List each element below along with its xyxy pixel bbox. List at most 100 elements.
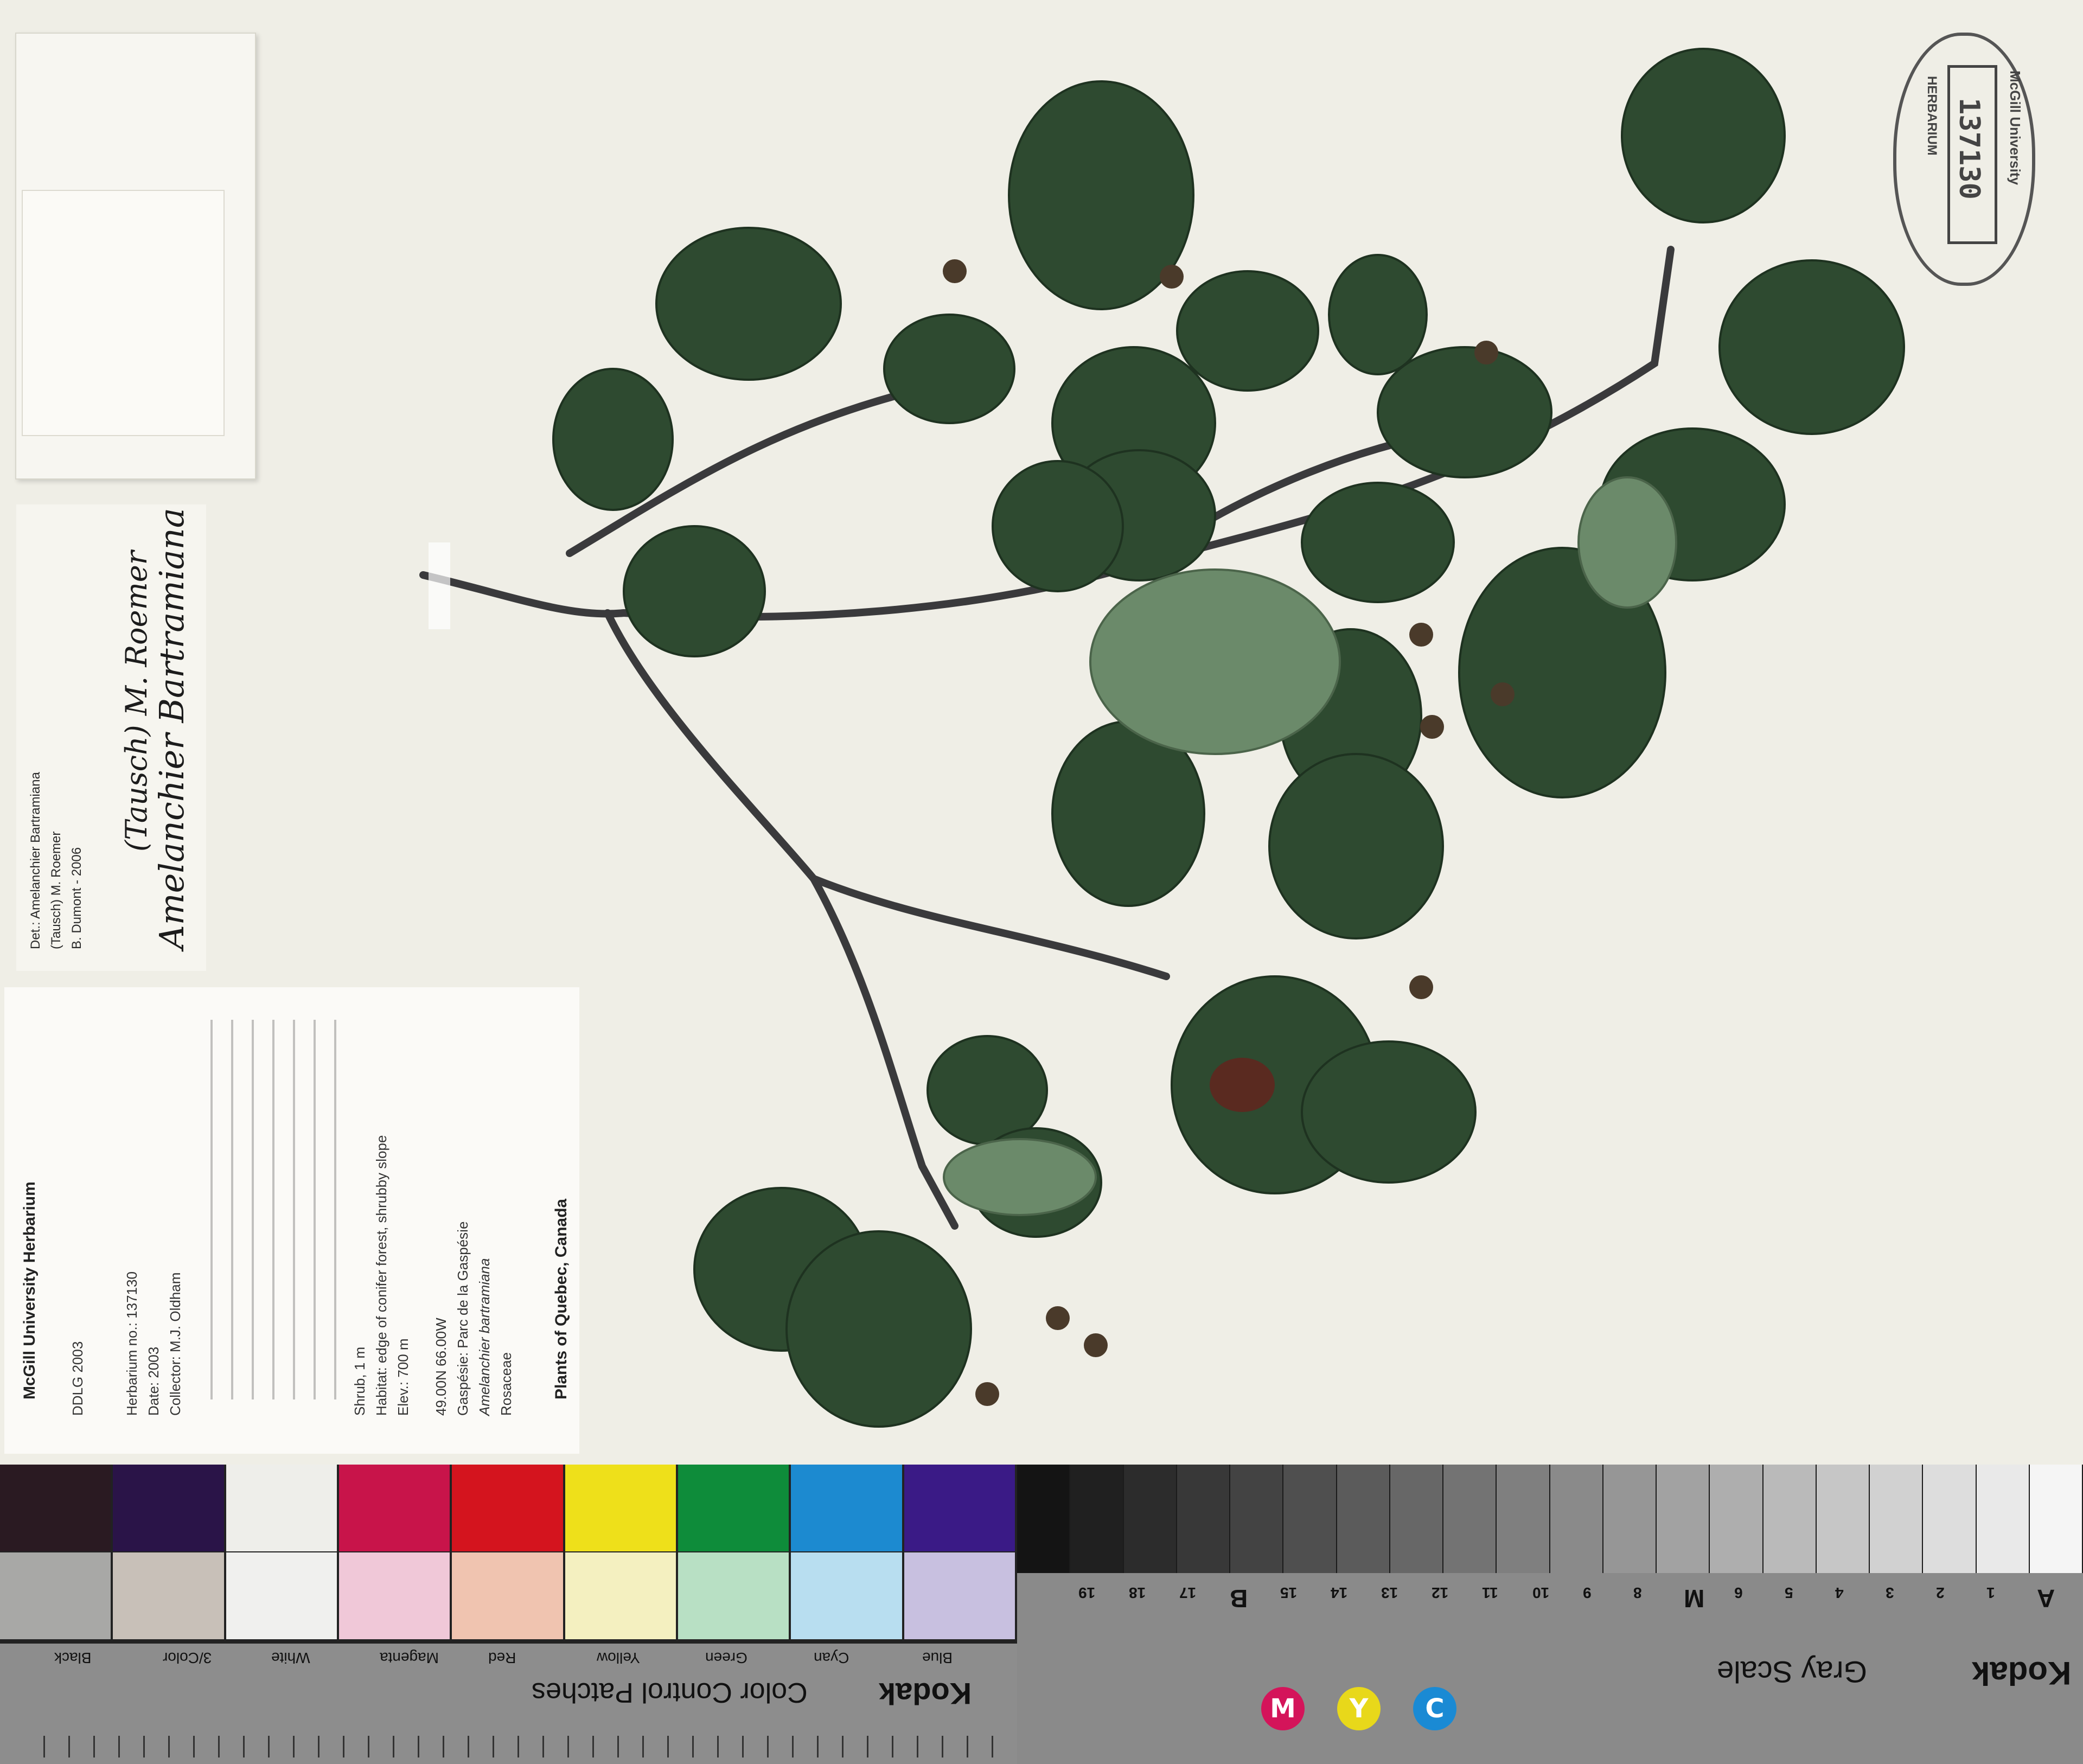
cmy-magenta: M bbox=[1261, 1687, 1305, 1730]
leaf bbox=[623, 525, 766, 657]
gray-patch bbox=[1710, 1465, 1762, 1573]
gray-patch bbox=[1923, 1465, 1976, 1573]
color-patch bbox=[339, 1465, 450, 1551]
gray-scale-label: 19 bbox=[1078, 1584, 1096, 1601]
gray-scale-label: 9 bbox=[1583, 1584, 1592, 1601]
patch-label: Red bbox=[488, 1650, 516, 1666]
plant-specimen bbox=[419, 48, 1905, 1428]
color-patch bbox=[452, 1465, 563, 1551]
gray-patch bbox=[1177, 1465, 1229, 1573]
gray-scale-strip: A 1 2 3 4 5 6 M 8 9 10 11 12 13 14 15 B 17 18 19 Kodak Gray… bbox=[1017, 1573, 2083, 1764]
color-card-ruler bbox=[43, 1736, 998, 1757]
patch-label: Green bbox=[705, 1650, 747, 1666]
lower-branch bbox=[604, 609, 959, 1230]
gray-scale-label: 18 bbox=[1129, 1584, 1146, 1601]
gray-scale-label: M bbox=[1684, 1584, 1705, 1613]
gray-card-brand: Kodak bbox=[1972, 1655, 2072, 1691]
gray-patch bbox=[1070, 1465, 1123, 1573]
patch-label: White bbox=[271, 1650, 310, 1666]
gray-patch bbox=[1337, 1465, 1389, 1573]
gray-scale-label: 3 bbox=[1886, 1584, 1894, 1601]
gray-patch bbox=[1230, 1465, 1283, 1573]
leaf bbox=[1718, 259, 1905, 435]
color-patch bbox=[678, 1465, 789, 1551]
tint-patch bbox=[791, 1552, 902, 1639]
fruit bbox=[1420, 715, 1444, 739]
gray-patch bbox=[1497, 1465, 1549, 1573]
fruit bbox=[1160, 265, 1184, 289]
color-patch bbox=[0, 1465, 111, 1551]
gray-scale-label: 15 bbox=[1280, 1584, 1298, 1601]
leaf bbox=[1301, 1040, 1477, 1184]
gray-scale-label: B bbox=[1230, 1584, 1248, 1613]
patch-label: 3/Color bbox=[163, 1650, 212, 1666]
gray-patch bbox=[1390, 1465, 1442, 1573]
gray-patch bbox=[1550, 1465, 1602, 1573]
gray-scale-label: 8 bbox=[1633, 1584, 1642, 1601]
fruit bbox=[975, 1382, 999, 1406]
gray-scale-label: 10 bbox=[1532, 1584, 1550, 1601]
tint-patch bbox=[904, 1552, 1015, 1639]
patch-label: Blue bbox=[922, 1650, 953, 1666]
leaf bbox=[1301, 482, 1455, 603]
gray-scale-label: 14 bbox=[1331, 1584, 1348, 1601]
color-patch bbox=[565, 1465, 676, 1551]
gray-patch bbox=[1017, 1465, 1070, 1573]
gray-patch bbox=[1443, 1465, 1496, 1573]
gray-patch bbox=[1283, 1465, 1336, 1573]
gray-patch bbox=[1763, 1465, 1816, 1573]
leaf bbox=[1377, 346, 1552, 478]
gray-patch bbox=[1816, 1465, 1869, 1573]
fruit bbox=[1409, 975, 1433, 999]
specimen-image: Amelanchier Bartramiana (Tausch) M. Roem… bbox=[0, 0, 2083, 1764]
patch-label: Magenta bbox=[380, 1650, 439, 1666]
gray-scale-label: 5 bbox=[1785, 1584, 1793, 1601]
leaf bbox=[883, 314, 1015, 424]
leaf bbox=[552, 368, 674, 511]
leaf bbox=[1268, 753, 1444, 939]
herbarium-sheet: Amelanchier Bartramiana (Tausch) M. Roem… bbox=[0, 0, 2083, 1465]
leaf-underside bbox=[1089, 568, 1341, 755]
fruit bbox=[1491, 682, 1515, 706]
mounting-tape bbox=[429, 542, 450, 629]
patch-label: Cyan bbox=[814, 1650, 849, 1666]
gray-card-title: Gray Scale bbox=[1717, 1655, 1867, 1689]
patch-label: Black bbox=[54, 1650, 92, 1666]
color-card-strip: Kodak Color Control Patches Blue Cyan Gree… bbox=[0, 1644, 1017, 1764]
gray-scale-label: 2 bbox=[1936, 1584, 1945, 1601]
gray-patch bbox=[2029, 1465, 2082, 1573]
leaf bbox=[785, 1230, 972, 1428]
tint-patch bbox=[0, 1552, 111, 1639]
tint-patch bbox=[226, 1552, 337, 1639]
gray-scale-label: A bbox=[2037, 1584, 2055, 1613]
leaf bbox=[655, 227, 842, 381]
leaf-spot bbox=[1210, 1058, 1275, 1112]
tint-patch bbox=[339, 1552, 450, 1639]
tint-patch bbox=[565, 1552, 676, 1639]
color-card-brand: Kodak bbox=[879, 1677, 972, 1711]
color-patch bbox=[791, 1465, 902, 1551]
gray-scale-label: 11 bbox=[1482, 1584, 1498, 1601]
color-patch bbox=[904, 1465, 1015, 1551]
leaf-underside bbox=[943, 1138, 1097, 1216]
leaf bbox=[1621, 48, 1786, 223]
color-card-title: Color Control Patches bbox=[532, 1677, 808, 1708]
fruit bbox=[1084, 1333, 1108, 1357]
tint-patch bbox=[678, 1552, 789, 1639]
patch-label: Yellow bbox=[597, 1650, 640, 1666]
fruit bbox=[1046, 1306, 1070, 1330]
gray-patch bbox=[1870, 1465, 1922, 1573]
gray-patch bbox=[1976, 1465, 2029, 1573]
gray-scale-label: 13 bbox=[1381, 1584, 1398, 1601]
gray-scale-label: 4 bbox=[1835, 1584, 1844, 1601]
leaf-underside bbox=[1577, 476, 1677, 609]
cmy-yellow: Y bbox=[1337, 1687, 1381, 1730]
gray-scale-label: 1 bbox=[1986, 1584, 1995, 1601]
gray-patch bbox=[1603, 1465, 1656, 1573]
gray-scale-label: 6 bbox=[1734, 1584, 1743, 1601]
gray-patch bbox=[1657, 1465, 1709, 1573]
leaf bbox=[1176, 270, 1319, 392]
fruit bbox=[1474, 341, 1498, 365]
cmy-cyan: C bbox=[1413, 1687, 1456, 1730]
leaf bbox=[1328, 254, 1428, 375]
